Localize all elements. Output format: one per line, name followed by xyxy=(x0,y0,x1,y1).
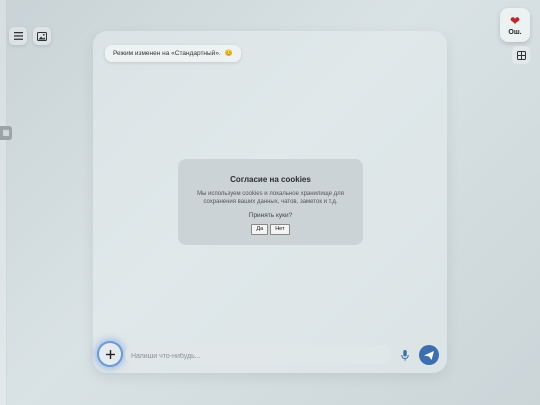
message-input-wrapper xyxy=(125,345,391,366)
left-rail xyxy=(0,0,7,405)
grid-icon xyxy=(516,50,526,60)
dialog-message: Мы используем cookies и локальное хранил… xyxy=(197,191,344,205)
voice-input-button[interactable] xyxy=(399,348,411,362)
mode-toast: Режим изменен на «Стандартный». 😊 xyxy=(105,45,241,62)
sidebar-toggle-tab[interactable]: ▦ xyxy=(0,126,12,140)
image-icon xyxy=(37,31,47,41)
smile-emoji-icon: 😊 xyxy=(224,50,233,57)
decline-cookies-button[interactable]: Нет xyxy=(270,224,290,235)
hamburger-menu-icon xyxy=(13,32,23,40)
dialog-question: Принять куки? xyxy=(248,212,293,219)
menu-button[interactable] xyxy=(9,27,27,45)
dialog-actions: Да Нет xyxy=(178,224,363,235)
status-label: Ош. xyxy=(508,28,522,36)
dialog-title: Согласие на cookies xyxy=(230,175,311,184)
accept-cookies-button[interactable]: Да xyxy=(251,224,269,235)
grid-view-button[interactable] xyxy=(512,46,530,64)
send-icon xyxy=(424,350,434,360)
microphone-icon xyxy=(401,349,409,361)
status-card[interactable]: ❤ Ош. xyxy=(500,8,530,42)
toast-text: Режим изменен на «Стандартный». xyxy=(113,50,221,57)
add-attachment-button[interactable] xyxy=(99,343,121,365)
plus-icon xyxy=(105,349,115,359)
cookie-consent-dialog: Согласие на cookies Мы используем cookie… xyxy=(178,159,363,245)
send-button[interactable] xyxy=(419,345,439,365)
image-button[interactable] xyxy=(33,27,51,45)
broken-heart-icon: ❤ xyxy=(509,13,521,28)
message-input[interactable] xyxy=(125,347,391,366)
